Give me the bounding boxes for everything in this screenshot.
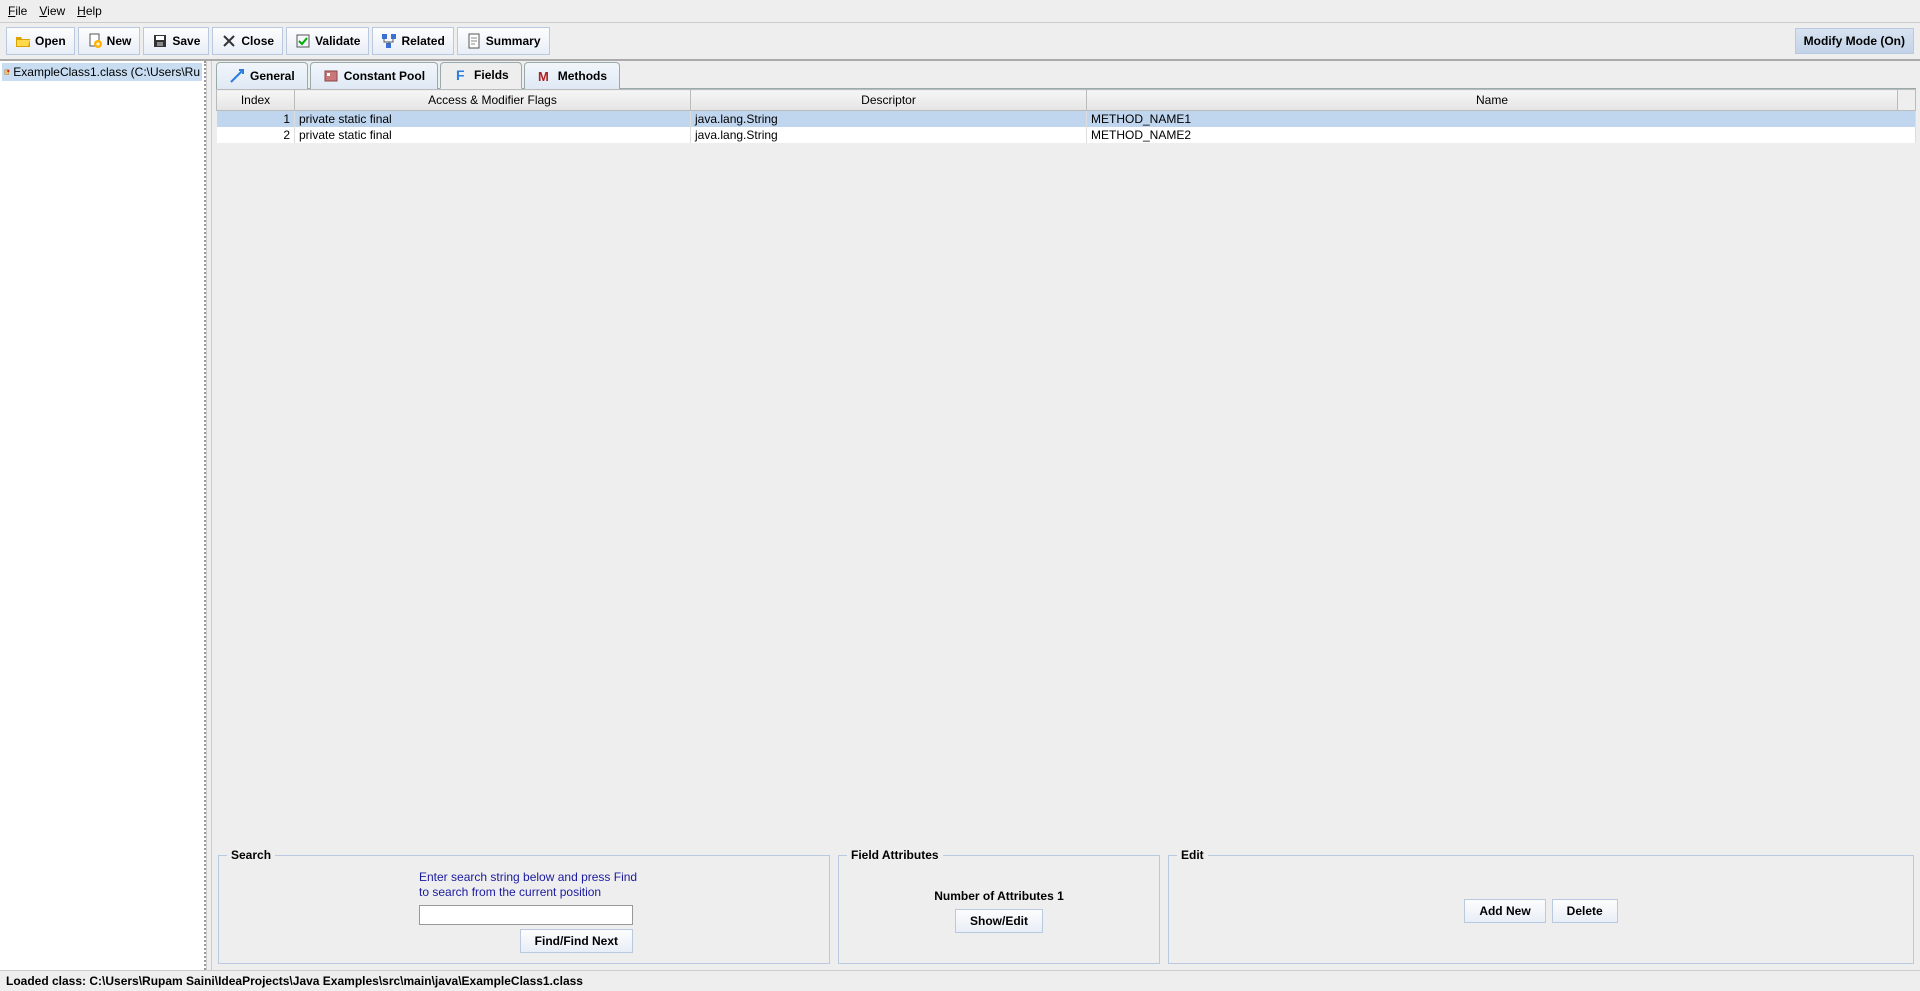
fields-tab-icon: F xyxy=(453,67,469,83)
related-icon xyxy=(381,33,397,49)
search-panel-title: Search xyxy=(227,848,275,862)
add-new-button[interactable]: Add New xyxy=(1464,899,1545,923)
toolbar: Open New Save Close Validate Related Sum… xyxy=(0,22,1920,60)
attrs-panel-title: Field Attributes xyxy=(847,848,943,862)
new-label: New xyxy=(107,34,132,48)
tree-item-class[interactable]: ExampleClass1.class (C:\Users\Ru xyxy=(2,63,202,81)
menu-view[interactable]: View xyxy=(39,4,65,18)
main-area: ExampleClass1.class (C:\Users\Ru General… xyxy=(0,60,1920,970)
close-label: Close xyxy=(241,34,274,48)
related-label: Related xyxy=(401,34,444,48)
col-descriptor[interactable]: Descriptor xyxy=(691,90,1087,111)
field-attributes-panel: Field Attributes Number of Attributes 1 … xyxy=(838,855,1160,964)
cell-flags: private static final xyxy=(295,127,691,143)
menu-help[interactable]: Help xyxy=(77,4,102,18)
edit-panel: Edit Add New Delete xyxy=(1168,855,1914,964)
validate-button[interactable]: Validate xyxy=(286,27,369,55)
class-file-icon xyxy=(4,64,10,80)
statusbar: Loaded class: C:\Users\Rupam Saini\IdeaP… xyxy=(0,970,1920,991)
validate-icon xyxy=(295,33,311,49)
sidebar: ExampleClass1.class (C:\Users\Ru xyxy=(0,61,206,970)
col-name[interactable]: Name xyxy=(1087,90,1898,111)
constant-pool-tab-icon xyxy=(323,68,339,84)
table-row[interactable]: 2private static finaljava.lang.StringMET… xyxy=(217,127,1916,143)
edit-panel-title: Edit xyxy=(1177,848,1208,862)
cell-name: METHOD_NAME2 xyxy=(1087,127,1916,143)
tabs: General Constant Pool F Fields M Methods xyxy=(212,61,1920,88)
tab-fields[interactable]: F Fields xyxy=(440,62,522,89)
open-button[interactable]: Open xyxy=(6,27,75,55)
cell-descriptor: java.lang.String xyxy=(691,111,1087,128)
search-panel: Search Enter search string below and pre… xyxy=(218,855,830,964)
table-row[interactable]: 1private static finaljava.lang.StringMET… xyxy=(217,111,1916,128)
search-hint: Enter search string below and press Find… xyxy=(419,870,819,901)
close-icon xyxy=(221,33,237,49)
content: General Constant Pool F Fields M Methods… xyxy=(212,61,1920,970)
modify-mode-label: Modify Mode (On) xyxy=(1804,34,1905,48)
new-file-icon xyxy=(87,33,103,49)
svg-text:F: F xyxy=(456,67,465,83)
search-input[interactable] xyxy=(419,905,633,925)
save-icon xyxy=(152,33,168,49)
bottom-panels: Search Enter search string below and pre… xyxy=(212,851,1920,970)
cell-flags: private static final xyxy=(295,111,691,128)
find-button[interactable]: Find/Find Next xyxy=(520,929,633,953)
save-label: Save xyxy=(172,34,200,48)
validate-label: Validate xyxy=(315,34,360,48)
general-tab-icon xyxy=(229,68,245,84)
tree-item-label: ExampleClass1.class (C:\Users\Ru xyxy=(13,65,200,79)
fields-table-wrap: Index Access & Modifier Flags Descriptor… xyxy=(216,88,1916,851)
scrollbar-stub xyxy=(1898,90,1916,111)
open-label: Open xyxy=(35,34,66,48)
related-button[interactable]: Related xyxy=(372,27,453,55)
cell-index: 2 xyxy=(217,127,295,143)
menubar: File View Help xyxy=(0,0,1920,22)
tab-constant-pool-label: Constant Pool xyxy=(344,69,425,83)
cell-descriptor: java.lang.String xyxy=(691,127,1087,143)
tab-general-label: General xyxy=(250,69,295,83)
col-flags[interactable]: Access & Modifier Flags xyxy=(295,90,691,111)
open-folder-icon xyxy=(15,33,31,49)
tab-constant-pool[interactable]: Constant Pool xyxy=(310,62,438,89)
tab-fields-label: Fields xyxy=(474,68,509,82)
cell-index: 1 xyxy=(217,111,295,128)
summary-button[interactable]: Summary xyxy=(457,27,550,55)
tab-general[interactable]: General xyxy=(216,62,308,89)
attrs-count: Number of Attributes 1 xyxy=(934,889,1064,903)
modify-mode-button[interactable]: Modify Mode (On) xyxy=(1795,28,1914,54)
summary-label: Summary xyxy=(486,34,541,48)
show-edit-button[interactable]: Show/Edit xyxy=(955,909,1043,933)
cell-name: METHOD_NAME1 xyxy=(1087,111,1916,128)
menu-file[interactable]: File xyxy=(8,4,27,18)
tab-methods[interactable]: M Methods xyxy=(524,62,620,89)
new-button[interactable]: New xyxy=(78,27,141,55)
fields-table: Index Access & Modifier Flags Descriptor… xyxy=(216,89,1916,143)
save-button[interactable]: Save xyxy=(143,27,209,55)
svg-text:M: M xyxy=(538,69,549,84)
delete-button[interactable]: Delete xyxy=(1552,899,1618,923)
tab-methods-label: Methods xyxy=(558,69,607,83)
close-button[interactable]: Close xyxy=(212,27,283,55)
col-index[interactable]: Index xyxy=(217,90,295,111)
methods-tab-icon: M xyxy=(537,68,553,84)
summary-icon xyxy=(466,33,482,49)
